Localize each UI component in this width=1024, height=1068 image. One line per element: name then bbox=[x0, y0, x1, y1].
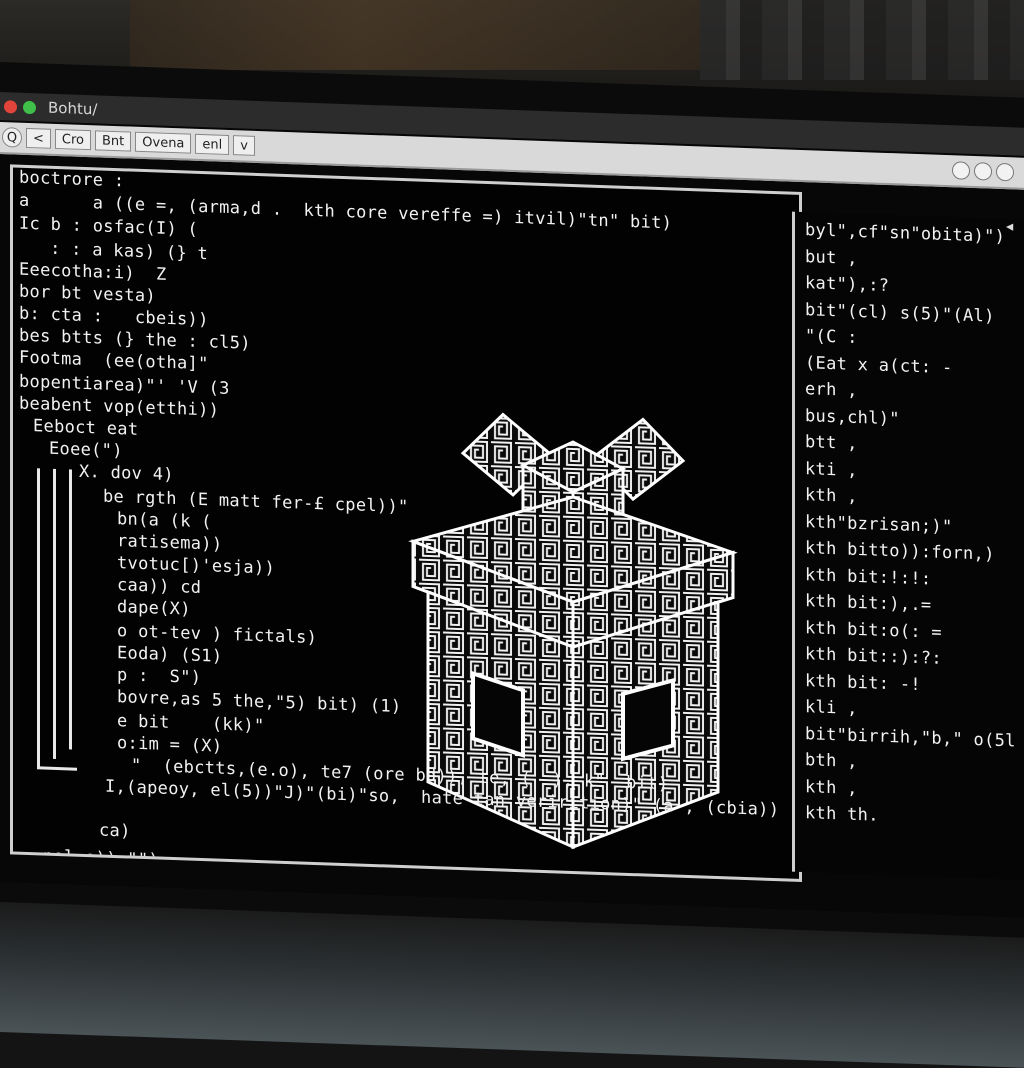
bookshelf-books bbox=[700, 0, 1024, 80]
code-line: p : S") bbox=[117, 665, 201, 688]
window-control-3[interactable] bbox=[996, 163, 1014, 182]
code-line: Eoee(") bbox=[49, 439, 123, 462]
code-line: Eoda) (S1) bbox=[117, 643, 222, 667]
bookshelf bbox=[130, 0, 700, 70]
code-line: o:im = (X) bbox=[117, 733, 222, 757]
output-line: kat"),:? bbox=[805, 273, 889, 296]
editor-window: Bohtu/ Q < Cro Bnt Ovena enl v bbox=[0, 92, 1024, 918]
output-line: but , bbox=[805, 247, 858, 269]
code-line: ratisema)) bbox=[117, 531, 222, 555]
code-line: Eeboct eat bbox=[33, 416, 138, 440]
maximize-window-icon[interactable] bbox=[23, 100, 36, 113]
toolbar-dropdown[interactable]: enl bbox=[195, 134, 229, 155]
output-line: bit"birrih,"b," o(5l bbox=[805, 724, 1016, 751]
tree-guide-foot bbox=[37, 766, 77, 770]
output-line: kth bit:),.= bbox=[805, 591, 931, 615]
toolbar-spacer bbox=[259, 146, 948, 170]
output-line: bit"(cl) s(5)"(Al) bbox=[805, 300, 995, 327]
code-line: ca) bbox=[99, 820, 131, 841]
code-line: tvotuc[)'esja)) bbox=[117, 553, 275, 579]
toolbar-button-2[interactable]: Cro bbox=[55, 129, 91, 150]
output-line: kti , bbox=[805, 459, 858, 481]
code-line: e bit (kk)" bbox=[117, 711, 265, 736]
toolbar-button-4[interactable]: Ovena bbox=[135, 132, 191, 154]
output-line: kth th. bbox=[805, 803, 879, 826]
output-line: kth bit:o(: = bbox=[805, 618, 942, 643]
output-line: kli , bbox=[805, 697, 858, 719]
output-pane[interactable]: byl",cf"sn"obita)")but , kat"),:? bit"(cl)… bbox=[792, 212, 1024, 880]
code-line: dape(X) bbox=[117, 597, 191, 620]
code-line: X. dov 4) bbox=[79, 462, 174, 485]
tree-guide-line bbox=[53, 469, 56, 759]
code-line: caa)) cd bbox=[117, 575, 201, 598]
output-line: kth bit: -! bbox=[805, 671, 921, 695]
tree-guide-line bbox=[69, 469, 72, 749]
back-button[interactable]: < bbox=[26, 128, 51, 149]
tree-guide-line bbox=[37, 468, 40, 768]
output-line: bus,chl)" bbox=[805, 406, 900, 429]
code-line: bn(a (k ( bbox=[117, 509, 212, 532]
code-line: boctrore : bbox=[19, 168, 124, 192]
window-title: Bohtu/ bbox=[48, 99, 97, 119]
code-line: bor bt vesta) bbox=[19, 282, 156, 307]
window-control-2[interactable] bbox=[974, 162, 992, 181]
output-line: kth bit:!:!: bbox=[805, 565, 931, 589]
output-line: "(C : bbox=[805, 326, 858, 348]
code-line: Footma (ee(otha]" bbox=[19, 348, 209, 375]
output-line: kth"bzrisan;)" bbox=[805, 512, 953, 537]
output-line: btt , bbox=[805, 432, 858, 454]
output-line: (Eat x a(ct: - bbox=[805, 353, 953, 378]
monitor-bezel bbox=[0, 902, 1024, 1068]
window-control-1[interactable] bbox=[952, 161, 970, 180]
output-line: kth , bbox=[805, 777, 858, 799]
chevron-down-icon[interactable]: v bbox=[233, 135, 255, 156]
toolbar-button-0[interactable]: Q bbox=[2, 127, 22, 148]
scroll-up-icon[interactable]: ◀ bbox=[1006, 219, 1013, 233]
output-line: kth bit::):?: bbox=[805, 644, 942, 669]
close-window-icon[interactable] bbox=[4, 100, 17, 113]
output-line: erh , bbox=[805, 379, 858, 401]
toolbar-button-3[interactable]: Bnt bbox=[95, 130, 131, 151]
output-line: byl",cf"sn"obita)") bbox=[805, 220, 1005, 247]
monitor: Bohtu/ Q < Cro Bnt Ovena enl v bbox=[0, 62, 1024, 1016]
code-line: Ic b : osfac(I) ( bbox=[19, 214, 198, 240]
code-line: Eeecotha:i) Z bbox=[19, 260, 167, 285]
code-line: pol o)),"") bbox=[43, 847, 159, 871]
output-line: kth , bbox=[805, 485, 858, 507]
code-editor-pane[interactable]: boctrore :a a ((e =, (arma,d . kth core … bbox=[10, 164, 802, 882]
output-line: kth bitto)):forn,) bbox=[805, 538, 995, 565]
output-line: bth , bbox=[805, 750, 858, 772]
